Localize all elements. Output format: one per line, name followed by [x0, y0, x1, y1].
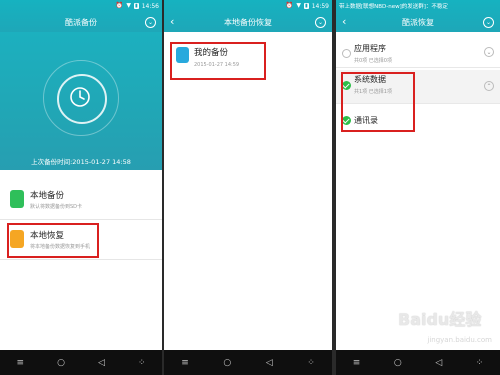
wifi-icon: ▼ [296, 2, 301, 9]
dropdown-icon[interactable]: ⌄ [145, 17, 156, 28]
back-icon[interactable]: ◁ [435, 358, 442, 368]
row-apps-subtitle: 共0项 已选择0项 [354, 58, 392, 64]
nav-bar: ≡ ○ ◁ ⁘ [164, 350, 332, 375]
watermark: Baidu经验 jingyan.baidu.com [396, 300, 492, 350]
header: ⏰ ▼ ▮ 14:59 ‹ 本地备份恢复 ⌄ [164, 0, 332, 32]
title-bar: 酷派备份 ⌄ [0, 12, 162, 32]
watermark-brand: Baidu经验 [398, 310, 482, 329]
watermark-site: jingyan.baidu.com [427, 336, 492, 344]
backup-hero: 上次备份时间:2015-01-27 14:58 [0, 32, 162, 170]
highlight-box [7, 223, 99, 258]
checkbox-apps[interactable] [342, 49, 351, 58]
row-apps[interactable]: 应用程序 共0项 已选择0项 ⌄ [336, 40, 500, 68]
page-title: 酷派恢复 [402, 17, 434, 27]
page-title: 本地备份恢复 [224, 17, 272, 27]
menu-icon[interactable]: ≡ [17, 358, 25, 368]
back-arrow-icon[interactable]: ‹ [342, 15, 346, 28]
last-backup-time: 上次备份时间:2015-01-27 14:58 [31, 158, 131, 166]
highlight-box [170, 42, 266, 80]
sd-card-icon [10, 190, 24, 208]
backup-main-screen: ⏰ ▼ ▮ 14:56 酷派备份 ⌄ 上次备份时间:2015-01-27 14:… [0, 0, 162, 375]
battery-icon: ▮ [133, 3, 139, 9]
back-icon[interactable]: ◁ [98, 358, 105, 368]
menu-icon[interactable]: ≡ [181, 358, 189, 368]
title-bar: ‹ 本地备份恢复 ⌄ [164, 12, 332, 32]
row-apps-title: 应用程序 [354, 44, 386, 53]
restore-options-screen: 带上数据[联想NBD-new]的发送群]：不稳定 ‹ 酷派恢复 ⌄ 应用程序 共… [336, 0, 500, 375]
restore-list-screen: ⏰ ▼ ▮ 14:59 ‹ 本地备份恢复 ⌄ 我的备份 2015-01-27 1… [164, 0, 332, 375]
back-arrow-icon[interactable]: ‹ [170, 15, 174, 28]
local-backup-subtitle: 默认将数据备份到SD卡 [30, 204, 83, 210]
status-time: 14:59 [311, 2, 329, 10]
status-time: 14:56 [141, 2, 159, 10]
extra-icon[interactable]: ⁘ [476, 358, 484, 368]
extra-icon[interactable]: ⁘ [307, 358, 315, 368]
header: 带上数据[联想NBD-new]的发送群]：不稳定 ‹ 酷派恢复 ⌄ [336, 0, 500, 32]
status-bar: ⏰ ▼ ▮ 14:56 [0, 0, 162, 12]
status-text: 带上数据[联想NBD-new]的发送群]：不稳定 [339, 4, 448, 10]
nav-bar: ≡ ○ ◁ ⁘ [336, 350, 500, 375]
header: ⏰ ▼ ▮ 14:56 酷派备份 ⌄ [0, 0, 162, 32]
local-backup-title: 本地备份 [30, 191, 65, 201]
menu-icon[interactable]: ≡ [353, 358, 361, 368]
local-backup-item[interactable]: 本地备份 默认将数据备份到SD卡 [0, 180, 162, 220]
status-bar: ⏰ ▼ ▮ 14:59 [164, 0, 332, 12]
wifi-icon: ▼ [126, 2, 131, 9]
dropdown-icon[interactable]: ⌄ [315, 17, 326, 28]
title-bar: ‹ 酷派恢复 ⌄ [336, 12, 500, 32]
home-icon[interactable]: ○ [223, 358, 231, 368]
chevron-up-icon[interactable]: ⌃ [484, 81, 494, 91]
back-icon[interactable]: ◁ [266, 358, 273, 368]
battery-icon: ▮ [303, 3, 309, 9]
highlight-box [341, 72, 415, 132]
dropdown-icon[interactable]: ⌄ [483, 17, 494, 28]
status-bar: 带上数据[联想NBD-new]的发送群]：不稳定 [336, 0, 500, 12]
home-icon[interactable]: ○ [57, 358, 65, 368]
nav-bar: ≡ ○ ◁ ⁘ [0, 350, 162, 375]
home-icon[interactable]: ○ [394, 358, 402, 368]
chevron-down-icon[interactable]: ⌄ [484, 47, 494, 57]
alarm-icon: ⏰ [285, 2, 294, 9]
page-title: 酷派备份 [65, 17, 97, 27]
alarm-icon: ⏰ [115, 2, 124, 9]
extra-icon[interactable]: ⁘ [138, 358, 146, 368]
clock-icon [70, 87, 90, 107]
